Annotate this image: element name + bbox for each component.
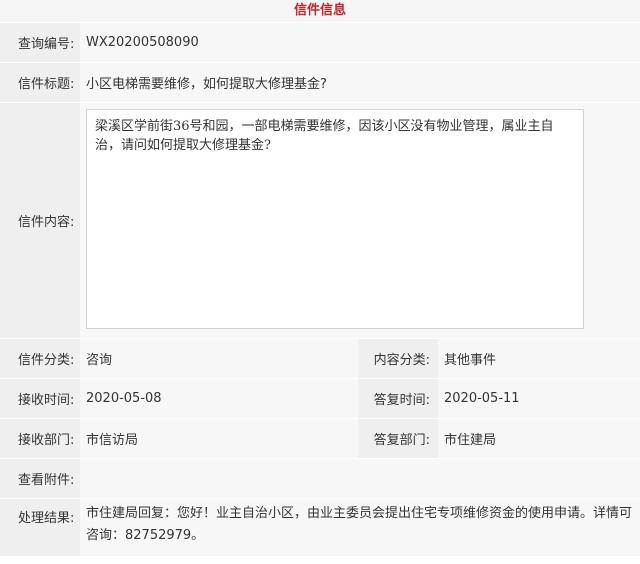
query-no-value: WX20200508090 [80,22,640,63]
page-title: 信件信息 [0,0,640,22]
content-textarea[interactable]: 梁溪区学前街36号和园，一部电梯需要维修，因该小区没有物业管理，属业主自治，请问… [86,109,584,329]
letter-info-page: 信件信息 查询编号: WX20200508090 信件标题: 小区电梯需要维修，… [0,0,640,564]
letter-info-table: 查询编号: WX20200508090 信件标题: 小区电梯需要维修，如何提取大… [0,22,640,557]
content-category-label: 内容分类: [358,338,438,379]
reply-time-value: 2020-05-11 [438,378,640,419]
letter-title-value: 小区电梯需要维修，如何提取大修理基金? [80,62,640,103]
row-result: 处理结果: 市住建局回复：您好！业主自治小区，由业主委员会提出住宅专项维修资金的… [0,498,640,557]
reply-time-label: 答复时间: [358,378,438,419]
reply-dept-value: 市住建局 [438,418,640,459]
content-label: 信件内容: [0,102,80,339]
row-attachments: 查看附件: [0,458,640,499]
row-letter-content: 信件内容: 梁溪区学前街36号和园，一部电梯需要维修，因该小区没有物业管理，属业… [0,102,640,339]
attachments-value[interactable] [80,458,640,499]
query-no-label: 查询编号: [0,22,80,63]
received-time-value: 2020-05-08 [80,378,358,419]
row-query-no: 查询编号: WX20200508090 [0,22,640,63]
row-dept: 接收部门: 市信访局 答复部门: 市住建局 [0,418,640,459]
reply-dept-label: 答复部门: [358,418,438,459]
row-letter-title: 信件标题: 小区电梯需要维修，如何提取大修理基金? [0,62,640,103]
result-value: 市住建局回复：您好！业主自治小区，由业主委员会提出住宅专项维修资金的使用申请。详… [86,506,633,543]
content-category-value: 其他事件 [438,338,640,379]
result-label: 处理结果: [0,498,80,557]
row-category: 信件分类: 咨询 内容分类: 其他事件 [0,338,640,379]
received-dept-value: 市信访局 [80,418,358,459]
row-time: 接收时间: 2020-05-08 答复时间: 2020-05-11 [0,378,640,419]
category-label: 信件分类: [0,338,80,379]
received-time-label: 接收时间: [0,378,80,419]
letter-title-label: 信件标题: [0,62,80,103]
attachments-label: 查看附件: [0,458,80,499]
received-dept-label: 接收部门: [0,418,80,459]
category-value: 咨询 [80,338,358,379]
